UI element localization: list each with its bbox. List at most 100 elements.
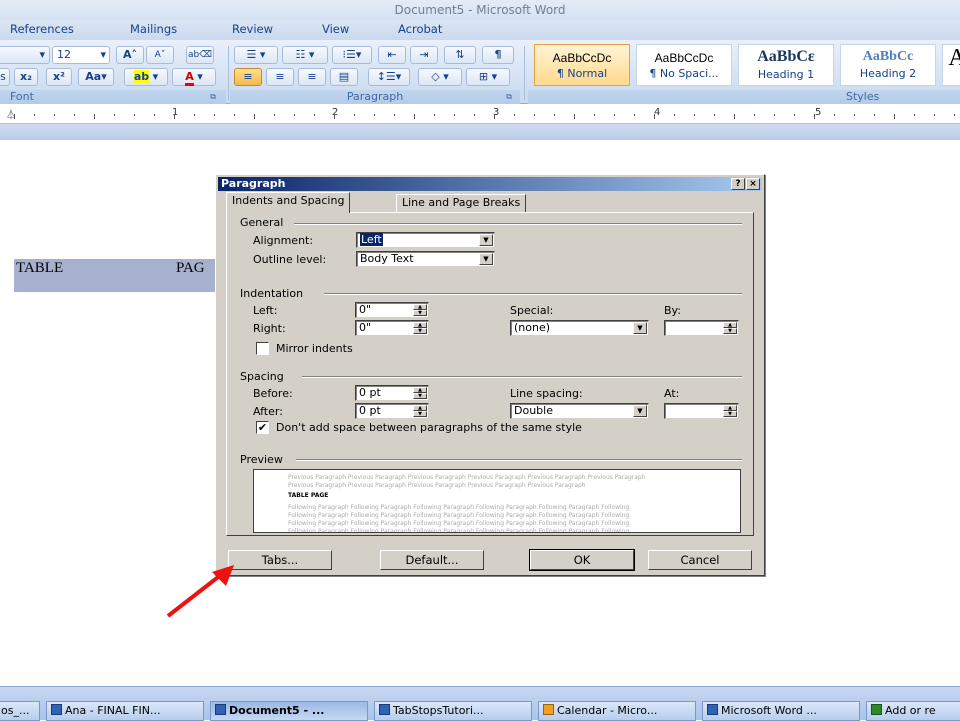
at-field[interactable]: ▲ ▼ — [664, 403, 739, 419]
chevron-down-icon[interactable]: ▼ — [479, 253, 493, 265]
chevron-down-icon: ▾ — [100, 48, 106, 61]
taskbar-item[interactable]: Microsoft Word ... — [702, 701, 860, 721]
tabs-button[interactable]: Tabs... — [228, 550, 332, 570]
taskbar: os_... Ana - FINAL FIN... Document5 - ..… — [0, 686, 960, 721]
mirror-indents-checkbox[interactable] — [256, 342, 269, 355]
taskbar-item-label: Calendar - Micro... — [557, 704, 658, 717]
spinner[interactable]: ▲ ▼ — [413, 405, 427, 417]
ruler-tick — [954, 114, 955, 116]
dont-add-space-checkbox[interactable]: ✔ — [256, 421, 269, 434]
ruler-tick — [354, 114, 355, 116]
increase-indent-button[interactable]: ⇥ — [410, 46, 438, 64]
multilevel-list-button[interactable]: ⁝☰▾ — [332, 46, 372, 64]
taskbar-item[interactable]: Add or re — [866, 701, 960, 721]
spinner[interactable]: ▲ ▼ — [723, 322, 737, 334]
align-center-button[interactable]: ≡ — [266, 68, 294, 86]
chevron-down-icon[interactable]: ▼ — [479, 234, 493, 246]
spin-down-icon[interactable]: ▼ — [413, 411, 427, 417]
spin-down-icon[interactable]: ▼ — [723, 328, 737, 334]
line-spacing-dropdown[interactable]: Double ▼ — [510, 403, 649, 419]
style-normal[interactable]: AaBbCcDc ¶ Normal — [534, 44, 630, 86]
document-selected-text[interactable]: TABLE PAG — [14, 259, 234, 292]
special-dropdown[interactable]: (none) ▼ — [510, 320, 649, 336]
spinner[interactable]: ▲ ▼ — [413, 387, 427, 399]
taskbar-item-label: Microsoft Word ... — [721, 704, 817, 717]
tab-review[interactable]: Review — [232, 22, 273, 36]
spinner[interactable]: ▲ ▼ — [413, 304, 427, 316]
spin-down-icon[interactable]: ▼ — [413, 310, 427, 316]
window-titlebar: Document5 - Microsoft Word — [0, 0, 960, 20]
sort-button[interactable]: ⇅ — [444, 46, 476, 64]
paragraph-dialog: Paragraph ? × Indents and Spacing Line a… — [215, 174, 765, 576]
style-heading-1[interactable]: AaBbCε Heading 1 — [738, 44, 834, 86]
justify-button[interactable]: ▤ — [330, 68, 358, 86]
subscript-button[interactable]: x₂ — [14, 68, 38, 86]
tab-line-page-breaks[interactable]: Line and Page Breaks — [396, 194, 527, 212]
numbering-button[interactable]: ☷ ▾ — [282, 46, 328, 64]
show-marks-button[interactable]: ¶ — [482, 46, 514, 64]
superscript-button[interactable]: x² — [46, 68, 72, 86]
ok-button[interactable]: OK — [529, 549, 635, 571]
taskbar-item[interactable]: Ana - FINAL FIN... — [46, 701, 204, 721]
tab-indents-spacing[interactable]: Indents and Spacing — [226, 192, 351, 213]
ruler-tick — [514, 114, 515, 116]
clear-format-button[interactable]: ab⌫ — [186, 46, 214, 64]
by-field[interactable]: ▲ ▼ — [664, 320, 739, 336]
change-case-button[interactable]: Aa▾ — [78, 68, 114, 86]
bullets-button[interactable]: ☰ ▾ — [234, 46, 278, 64]
after-field[interactable]: 0 pt ▲ ▼ — [355, 403, 429, 419]
help-button[interactable]: ? — [731, 178, 745, 190]
dialog-launcher-icon[interactable]: ⧉ — [506, 90, 512, 104]
cancel-button[interactable]: Cancel — [648, 550, 752, 570]
style-sample: AaBbCc — [862, 49, 914, 64]
preview-prev-text: Previous Paragraph Previous Paragraph Pr… — [288, 474, 646, 481]
font-size-dropdown[interactable]: 12 ▾ — [52, 46, 110, 64]
word-icon — [215, 704, 226, 715]
alignment-dropdown[interactable]: Left ▼ — [356, 232, 495, 248]
chevron-down-icon[interactable]: ▼ — [633, 322, 647, 334]
left-indent-field[interactable]: 0" ▲ ▼ — [355, 302, 429, 318]
spin-down-icon[interactable]: ▼ — [723, 411, 737, 417]
font-color-icon: A — [185, 70, 194, 86]
strikethrough-button[interactable]: s — [0, 68, 10, 86]
style-name: ¶ No Spaci... — [649, 67, 719, 80]
spin-down-icon[interactable]: ▼ — [413, 393, 427, 399]
before-field[interactable]: 0 pt ▲ ▼ — [355, 385, 429, 401]
document-word: TABLE — [16, 260, 64, 276]
default-button[interactable]: Default... — [380, 550, 484, 570]
line-spacing-button[interactable]: ↕☰▾ — [368, 68, 410, 86]
shading-button[interactable]: ◇ ▾ — [418, 68, 462, 86]
dialog-launcher-icon[interactable]: ⧉ — [210, 90, 216, 104]
shrink-font-button[interactable]: A˅ — [146, 46, 174, 64]
style-no-spacing[interactable]: AaBbCcDc ¶ No Spaci... — [636, 44, 732, 86]
align-left-button[interactable]: ≡ — [234, 68, 262, 86]
borders-button[interactable]: ⊞ ▾ — [466, 68, 510, 86]
right-indent-field[interactable]: 0" ▲ ▼ — [355, 320, 429, 336]
arrow-shaft — [166, 572, 224, 618]
tab-view[interactable]: View — [322, 22, 349, 36]
style-title[interactable]: A — [942, 44, 960, 86]
chevron-down-icon[interactable]: ▼ — [633, 405, 647, 417]
taskbar-item[interactable]: os_... — [0, 701, 40, 721]
spinner[interactable]: ▲ ▼ — [723, 405, 737, 417]
taskbar-item[interactable]: TabStopsTutori... — [374, 701, 532, 721]
style-heading-2[interactable]: AaBbCc Heading 2 — [840, 44, 936, 86]
align-right-button[interactable]: ≡ — [298, 68, 326, 86]
taskbar-item[interactable]: Calendar - Micro... — [538, 701, 696, 721]
font-color-button[interactable]: A ▾ — [172, 68, 216, 86]
tab-references[interactable]: References — [10, 22, 74, 36]
tab-mailings[interactable]: Mailings — [130, 22, 177, 36]
taskbar-item-active[interactable]: Document5 - ... — [210, 701, 368, 721]
horizontal-ruler[interactable]: ⏃ 1 2 3 4 5 — [0, 104, 960, 124]
outline-level-dropdown[interactable]: Body Text ▼ — [356, 251, 495, 267]
decrease-indent-button[interactable]: ⇤ — [378, 46, 406, 64]
spinner[interactable]: ▲ ▼ — [413, 322, 427, 334]
preview-next-text: Following Paragraph Following Paragraph … — [288, 504, 630, 511]
grow-font-button[interactable]: A˄ — [116, 46, 144, 64]
font-name-dropdown[interactable]: ▾ — [0, 46, 50, 64]
tab-acrobat[interactable]: Acrobat — [398, 22, 442, 36]
close-button[interactable]: × — [746, 178, 760, 190]
highlight-button[interactable]: ab ▾ — [124, 68, 168, 86]
styles-group-label: Styles — [528, 90, 960, 104]
spin-down-icon[interactable]: ▼ — [413, 328, 427, 334]
